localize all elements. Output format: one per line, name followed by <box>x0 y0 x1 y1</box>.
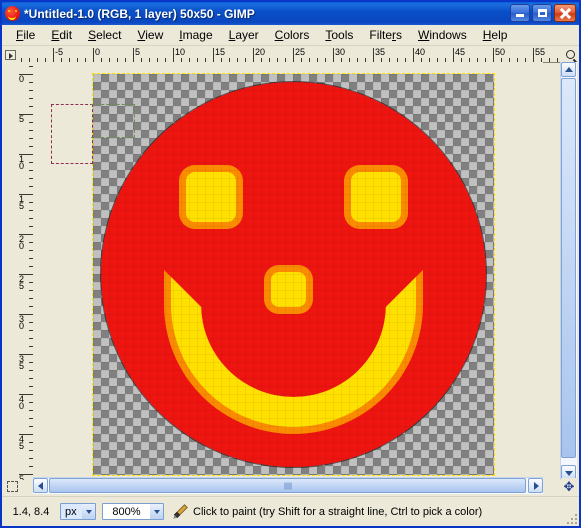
ruler-label: 40 <box>415 47 426 57</box>
menu-arrow-icon <box>4 49 16 60</box>
vertical-ruler[interactable]: 0 5 10 15 20 25 30 35 40 45 50 <box>18 62 34 480</box>
ruler-label: 45 <box>19 434 25 451</box>
zoom-image-button[interactable] <box>561 47 579 62</box>
ruler-label: -5 <box>55 47 64 57</box>
ruler-label: 5 <box>19 114 25 124</box>
ruler-label: 5 <box>135 47 141 57</box>
zoom-select[interactable]: 800% <box>102 503 164 520</box>
ruler-label: 50 <box>495 47 506 57</box>
ruler-label: 20 <box>19 234 25 251</box>
ruler-label: 30 <box>19 314 25 331</box>
vertical-scroll-thumb[interactable] <box>561 78 576 458</box>
ruler-label: 40 <box>19 394 25 411</box>
paintbrush-icon <box>172 503 189 520</box>
horizontal-scrollbar[interactable] <box>33 477 543 494</box>
ruler-label: 10 <box>19 154 25 171</box>
menu-tools[interactable]: Tools <box>317 26 361 44</box>
menu-edit[interactable]: Edit <box>43 26 80 44</box>
horizontal-ruler[interactable]: -5 0 5 10 15 20 25 30 35 40 45 50 55 <box>18 47 561 63</box>
menu-help[interactable]: Help <box>475 26 516 44</box>
window-title: *Untitled-1.0 (RGB, 1 layer) 50x50 - GIM… <box>24 6 255 21</box>
scroll-up-icon[interactable] <box>561 62 576 77</box>
pointer-position: 1.4, 8.4 <box>12 505 50 518</box>
horizontal-scroll-thumb[interactable] <box>49 478 526 493</box>
menubar: File Edit Select View Image Layer Colors… <box>2 25 579 46</box>
menu-colors[interactable]: Colors <box>267 26 318 44</box>
unit-select[interactable]: px <box>60 503 96 520</box>
ruler-label: 35 <box>19 354 25 371</box>
ruler-label: 30 <box>335 47 346 57</box>
menu-image[interactable]: Image <box>171 26 220 44</box>
close-icon[interactable] <box>554 4 576 22</box>
chevron-down-icon <box>150 504 163 519</box>
chevron-down-icon <box>82 504 95 519</box>
scroll-right-icon[interactable] <box>528 478 543 493</box>
smiley-face-drawing <box>101 82 486 467</box>
menu-view[interactable]: View <box>129 26 171 44</box>
resize-grip[interactable] <box>565 512 577 524</box>
window-controls <box>510 4 576 22</box>
nose <box>271 272 306 307</box>
ruler-tick <box>549 58 550 62</box>
move-arrows-icon: ✥ <box>563 478 575 494</box>
ruler-label: 0 <box>95 47 101 57</box>
navigation-preview-button[interactable]: ✥ <box>561 478 577 494</box>
scroll-thumb-grip <box>284 482 291 489</box>
menu-windows[interactable]: Windows <box>410 26 475 44</box>
minimize-icon[interactable] <box>510 4 530 22</box>
statusbar: 1.4, 8.4 px 800% Click to paint (try Shi… <box>2 496 579 526</box>
scroll-left-icon[interactable] <box>33 478 48 493</box>
maximize-icon[interactable] <box>532 4 552 22</box>
window-titlebar[interactable]: *Untitled-1.0 (RGB, 1 layer) 50x50 - GIM… <box>2 2 579 25</box>
ruler-label: 35 <box>375 47 386 57</box>
ruler-label: 0 <box>19 74 25 84</box>
ruler-label: 15 <box>215 47 226 57</box>
ruler-label: 20 <box>255 47 266 57</box>
ruler-label: 15 <box>19 194 25 211</box>
menu-file[interactable]: File <box>8 26 43 44</box>
menu-filters[interactable]: Filters <box>361 26 410 44</box>
selection-marquee[interactable] <box>51 104 93 164</box>
smiley-face-icon <box>5 6 20 21</box>
ruler-label: 10 <box>175 47 186 57</box>
unit-value: px <box>65 505 77 518</box>
ruler-label: 25 <box>295 47 306 57</box>
image-canvas[interactable] <box>92 73 495 476</box>
ruler-corner-button[interactable] <box>2 47 18 62</box>
ruler-label: 55 <box>535 47 546 57</box>
right-eye <box>351 172 401 222</box>
zoom-value: 800% <box>112 505 141 518</box>
ruler-label: 50 <box>19 474 25 481</box>
left-eye <box>186 172 236 222</box>
quick-mask-toggle[interactable] <box>4 478 20 494</box>
quick-mask-icon <box>6 480 18 492</box>
menu-layer[interactable]: Layer <box>221 26 267 44</box>
vertical-scrollbar[interactable] <box>560 62 577 480</box>
ruler-label: 25 <box>19 274 25 291</box>
ruler-tick <box>557 58 558 62</box>
zoom-image-icon <box>565 50 575 59</box>
selection-marquee-inner[interactable] <box>91 104 135 138</box>
gimp-window: *Untitled-1.0 (RGB, 1 layer) 50x50 - GIM… <box>0 0 581 528</box>
ruler-label: 45 <box>455 47 466 57</box>
canvas-viewport[interactable] <box>33 62 543 480</box>
menu-select[interactable]: Select <box>80 26 129 44</box>
status-message: Click to paint (try Shift for a straight… <box>193 505 483 518</box>
